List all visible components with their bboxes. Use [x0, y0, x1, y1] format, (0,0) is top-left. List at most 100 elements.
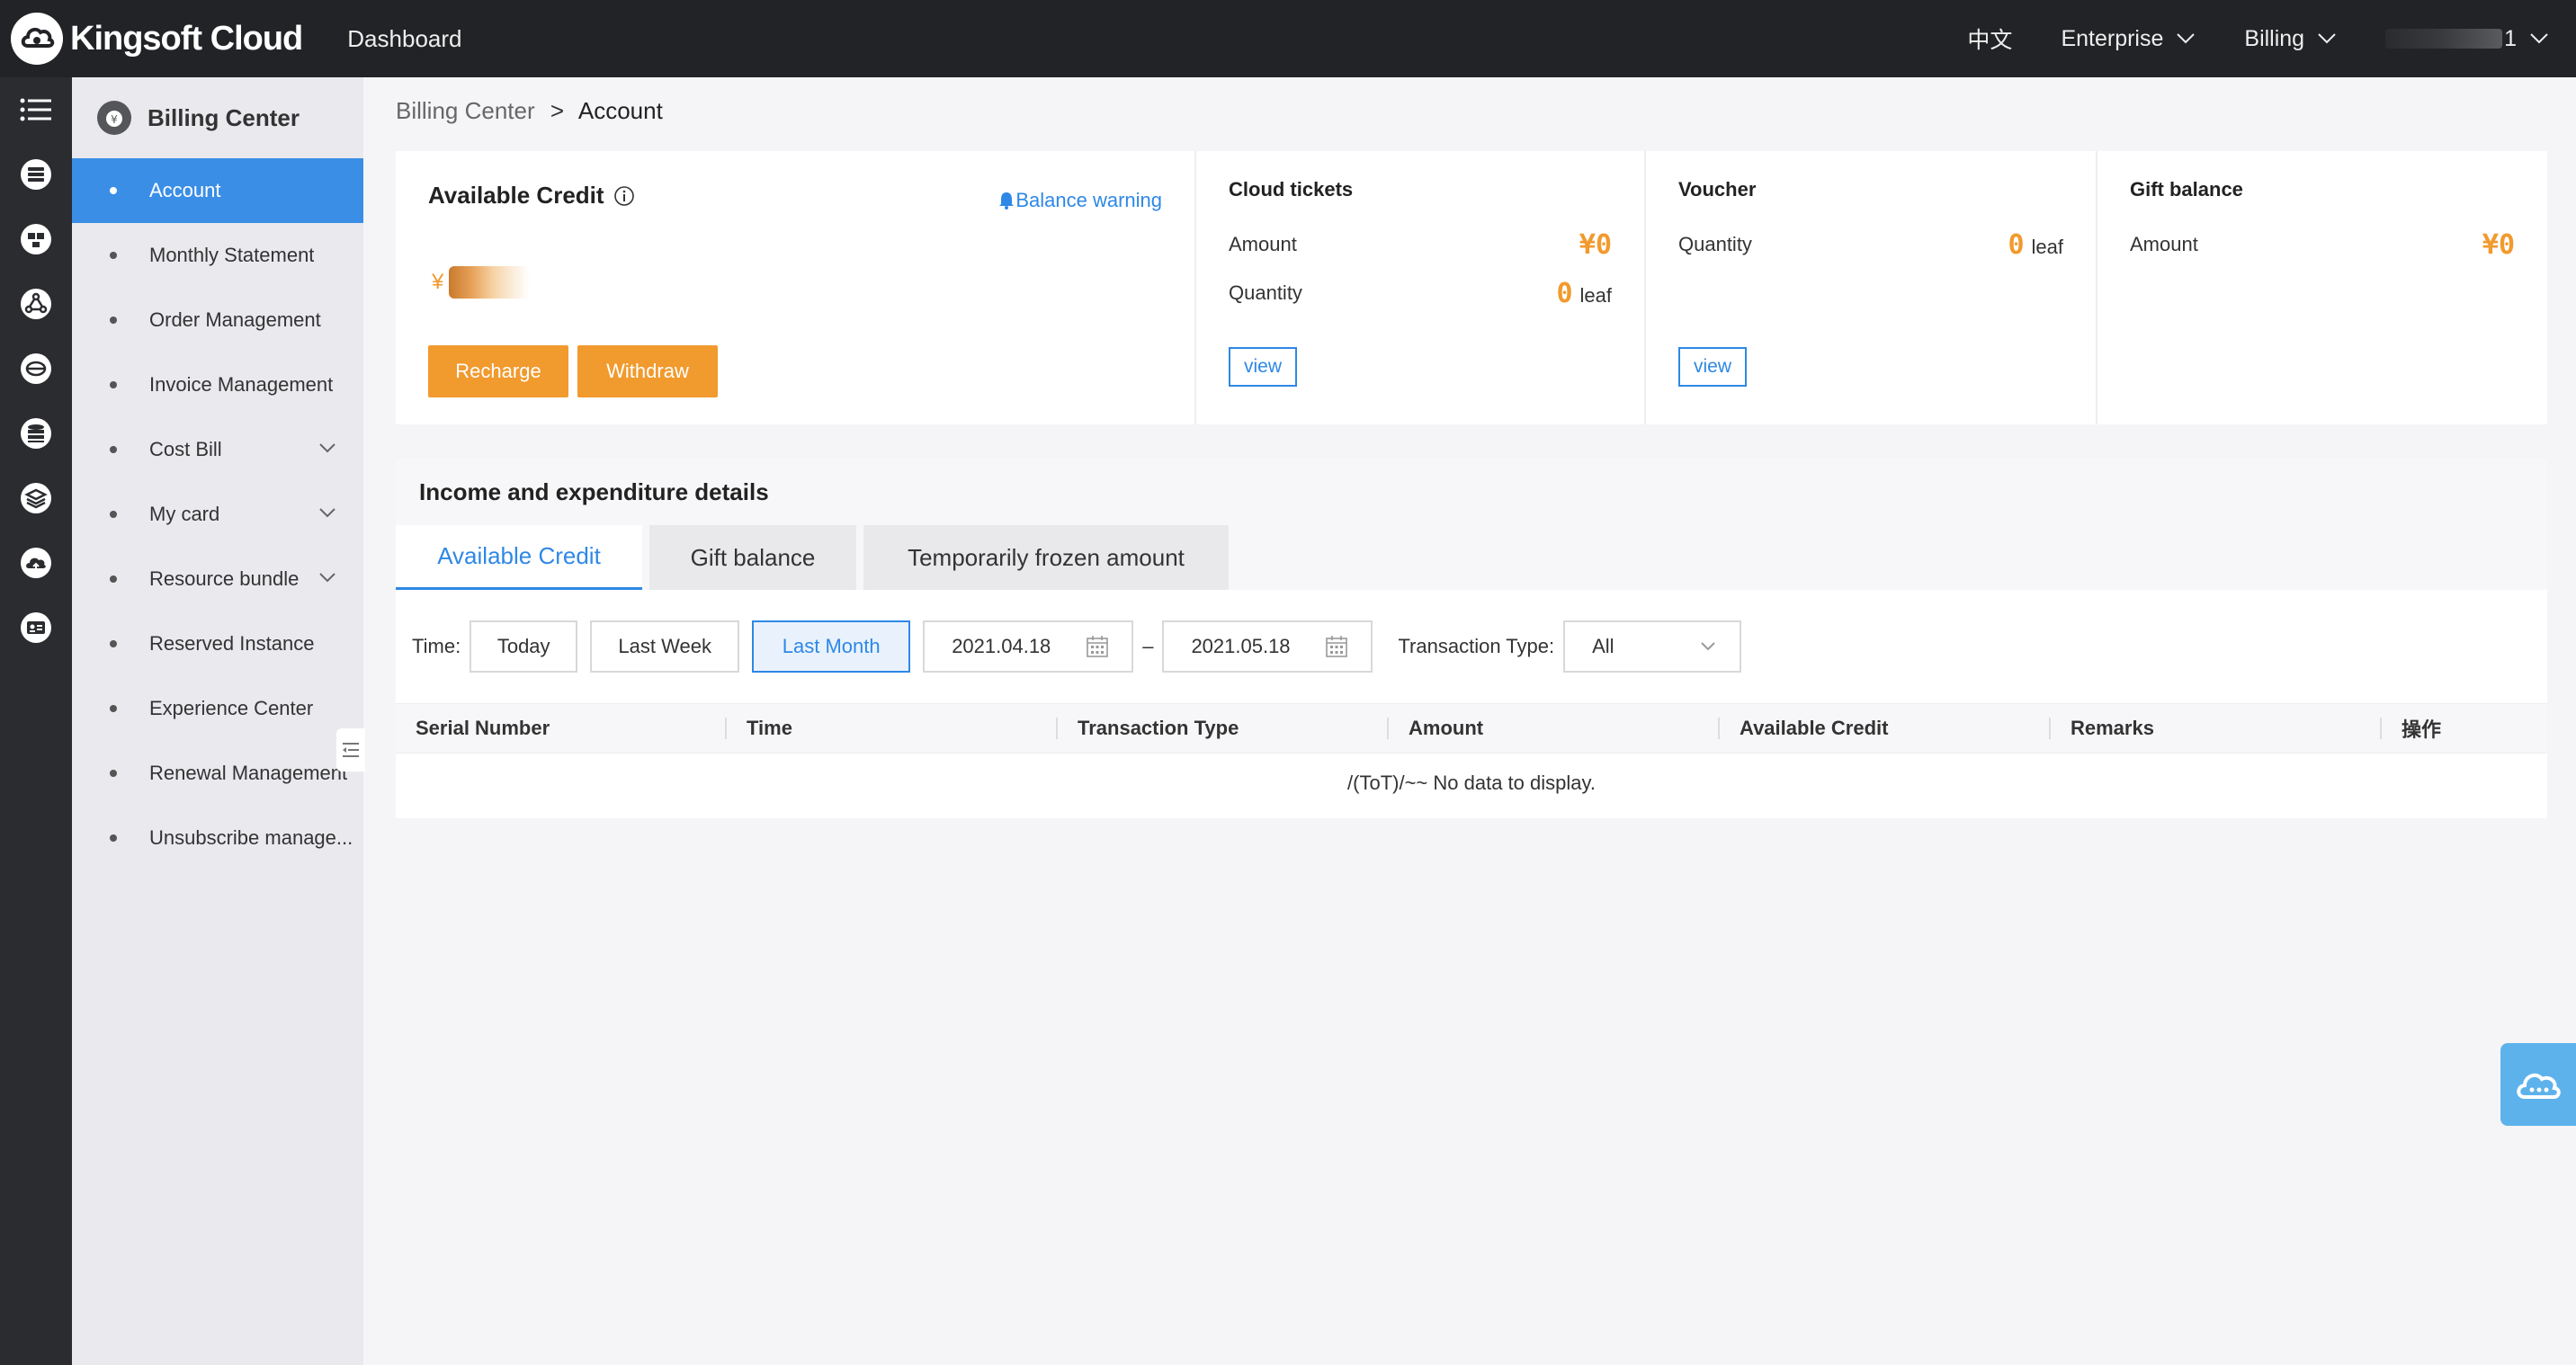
- sidebar-item-label: Order Management: [149, 308, 321, 331]
- today-button[interactable]: Today: [470, 620, 578, 673]
- amount-label: Amount: [1229, 233, 1297, 255]
- gift-balance-title: Gift balance: [2130, 178, 2243, 201]
- available-credit-title: Available Credit: [428, 182, 635, 210]
- sidebar-item-order-management[interactable]: Order Management: [72, 288, 363, 352]
- chevron-down-icon: [2530, 33, 2548, 44]
- menu-icon[interactable]: [0, 77, 72, 142]
- cloud-tickets-card: Cloud tickets Amount ¥ 0 Quantity 0 leaf…: [1196, 151, 1646, 424]
- cloud-server-icon[interactable]: [0, 142, 72, 207]
- withdraw-button[interactable]: Withdraw: [577, 345, 718, 397]
- sidebar-item-label: Monthly Statement: [149, 244, 315, 266]
- kingsoft-cloud-logo-icon: [11, 13, 63, 65]
- id-card-icon[interactable]: [0, 595, 72, 660]
- sidebar-item-resource-bundle[interactable]: Resource bundle: [72, 547, 363, 611]
- end-date-picker[interactable]: 2021.05.18: [1162, 620, 1373, 673]
- available-credit-amount: ¥: [432, 266, 531, 299]
- start-date-picker[interactable]: 2021.04.18: [923, 620, 1134, 673]
- sidebar-item-label: Experience Center: [149, 697, 314, 719]
- cloud-tickets-amount-row: Amount ¥ 0: [1229, 227, 1612, 263]
- cloud-tickets-title: Cloud tickets: [1229, 178, 1354, 201]
- dashboard-link[interactable]: Dashboard: [347, 25, 461, 53]
- bullet: [110, 187, 117, 194]
- calendar-icon: [1326, 636, 1348, 657]
- sidebar-item-label: Reserved Instance: [149, 632, 315, 655]
- account-summary: Available Credit Balance warning ¥ Recha…: [396, 151, 2547, 424]
- sidebar-item-account[interactable]: Account: [72, 158, 363, 223]
- breadcrumb: Billing Center > Account: [396, 97, 663, 125]
- quantity-unit: leaf: [2031, 235, 2063, 258]
- sidebar-item-label: Cost Bill: [149, 438, 222, 460]
- cloud-tickets-view-button[interactable]: view: [1229, 347, 1297, 387]
- sidebar-header: ¥ Billing Center: [72, 77, 363, 158]
- column-serial-number: Serial Number: [396, 703, 727, 754]
- sidebar-collapse-toggle[interactable]: [336, 728, 365, 772]
- breadcrumb-parent[interactable]: Billing Center: [396, 97, 535, 124]
- sidebar-item-reserved-instance[interactable]: Reserved Instance: [72, 611, 363, 676]
- bullet: [110, 705, 117, 712]
- bell-icon: [999, 192, 1015, 210]
- sidebar-item-my-card[interactable]: My card: [72, 482, 363, 547]
- breadcrumb-separator: >: [550, 97, 565, 124]
- masked-credit-amount: [449, 266, 531, 299]
- recharge-button[interactable]: Recharge: [428, 345, 568, 397]
- transactions-table-header: Serial Number Time Transaction Type Amou…: [396, 703, 2547, 754]
- bullet: [110, 834, 117, 842]
- brand-logo[interactable]: Kingsoft Cloud: [11, 0, 303, 77]
- sidebar-item-label: My card: [149, 503, 220, 525]
- tab-gift-balance[interactable]: Gift balance: [649, 525, 856, 590]
- chevron-down-icon: [1701, 642, 1715, 651]
- gift-balance-card: Gift balance Amount ¥ 0: [2097, 151, 2547, 424]
- globe-icon[interactable]: [0, 336, 72, 401]
- username-suffix: 1: [2504, 25, 2517, 51]
- sidebar-item-invoice-management[interactable]: Invoice Management: [72, 352, 363, 417]
- cloud-upload-icon[interactable]: [0, 531, 72, 595]
- customer-service-float-button[interactable]: [2500, 1043, 2576, 1126]
- sidebar-item-monthly-statement[interactable]: Monthly Statement: [72, 223, 363, 288]
- sidebar-item-label: Resource bundle: [149, 567, 300, 590]
- tab-available-credit[interactable]: Available Credit: [396, 525, 642, 590]
- bullet: [110, 252, 117, 259]
- network-icon[interactable]: [0, 207, 72, 272]
- empty-table-message: /(ToT)/~~ No data to display.: [1347, 772, 1596, 794]
- balance-warning-link[interactable]: Balance warning: [997, 189, 1162, 212]
- cloud-tickets-quantity-value: 0: [1556, 277, 1573, 309]
- quantity-label: Quantity: [1678, 233, 1752, 255]
- user-menu[interactable]: 1: [2385, 26, 2549, 52]
- transaction-type-select[interactable]: All: [1563, 620, 1742, 673]
- gift-balance-amount-value: 0: [2498, 228, 2515, 261]
- enterprise-menu[interactable]: Enterprise: [2061, 26, 2196, 52]
- sidebar-item-experience-center[interactable]: Experience Center: [72, 676, 363, 741]
- enterprise-label: Enterprise: [2061, 25, 2164, 51]
- billing-menu[interactable]: Billing: [2244, 26, 2337, 52]
- billing-label: Billing: [2244, 25, 2305, 51]
- column-available-credit: Available Credit: [1720, 703, 2051, 754]
- filter-bar: Time: Today Last Week Last Month 2021.04…: [412, 620, 1742, 673]
- quantity-unit: leaf: [1579, 283, 1612, 307]
- sidebar-item-unsubscribe-management[interactable]: Unsubscribe manage...: [72, 806, 363, 870]
- language-switch[interactable]: 中文: [1967, 22, 2012, 55]
- billing-sidebar: ¥ Billing Center Account Monthly Stateme…: [72, 77, 363, 1365]
- income-expenditure-panel: Income and expenditure details Available…: [396, 459, 2547, 818]
- sidebar-item-cost-bill[interactable]: Cost Bill: [72, 417, 363, 482]
- column-amount: Amount: [1389, 703, 1720, 754]
- calendar-icon: [1087, 636, 1108, 657]
- database-icon[interactable]: [0, 401, 72, 466]
- info-icon[interactable]: [613, 185, 635, 207]
- chevron-down-icon: [319, 508, 335, 518]
- chevron-down-icon: [2318, 33, 2336, 44]
- svg-text:¥: ¥: [111, 113, 118, 126]
- brand-name: Kingsoft Cloud: [70, 19, 303, 58]
- tab-temporarily-frozen-amount[interactable]: Temporarily frozen amount: [863, 525, 1229, 590]
- voucher-view-button[interactable]: view: [1678, 347, 1747, 387]
- sidebar-item-renewal-management[interactable]: Renewal Management: [72, 741, 363, 806]
- last-month-button[interactable]: Last Month: [752, 620, 911, 673]
- cdn-icon[interactable]: [0, 272, 72, 336]
- quantity-label: Quantity: [1229, 281, 1302, 304]
- money-bag-icon: ¥: [97, 101, 131, 135]
- gift-balance-amount-row: Amount ¥ 0: [2130, 227, 2515, 263]
- sidebar-title: Billing Center: [148, 103, 300, 131]
- storage-icon[interactable]: [0, 466, 72, 531]
- balance-warning-label: Balance warning: [1015, 189, 1162, 211]
- sidebar-item-label: Invoice Management: [149, 373, 334, 396]
- last-week-button[interactable]: Last Week: [590, 620, 740, 673]
